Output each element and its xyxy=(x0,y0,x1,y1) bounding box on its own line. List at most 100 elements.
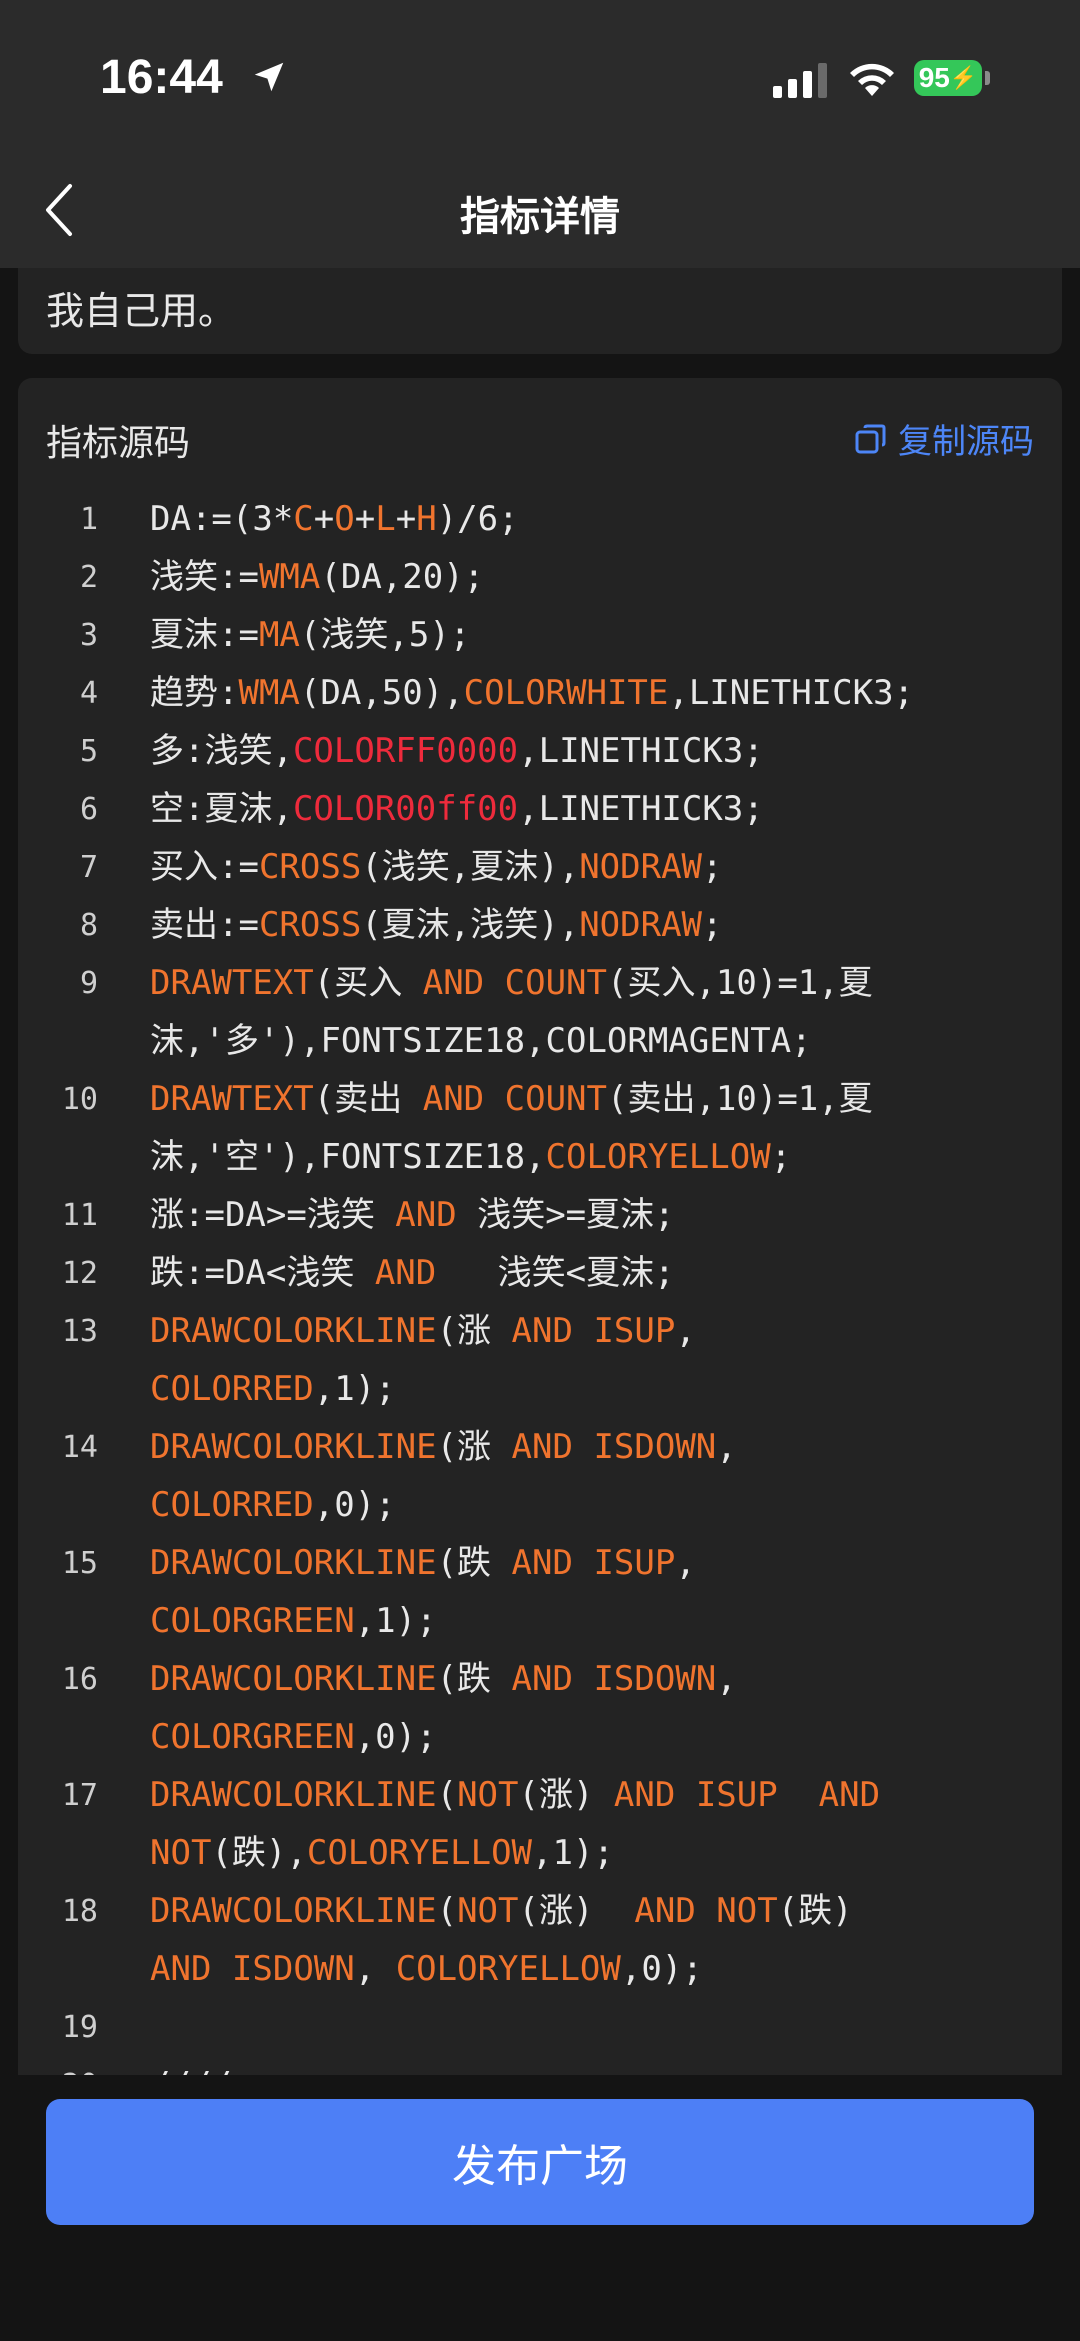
code-keyword: COLORGREEN xyxy=(150,1717,355,1757)
code-keyword: COLORYELLOW xyxy=(306,1833,533,1873)
code-token: (跌 xyxy=(436,1543,512,1583)
code-keyword: ISDOWN xyxy=(593,1659,717,1699)
code-text: 空:夏沫,COLOR00ff00,LINETHICK3; xyxy=(150,780,1030,838)
code-token: ,1); xyxy=(354,1601,437,1641)
code-keyword: H xyxy=(416,499,437,539)
code-text: 涨:=DA>=浅笑 AND 浅笑>=夏沫; xyxy=(150,1186,1030,1244)
code-line: 15 DRAWCOLORKLINE(跌 AND ISUP, COLORGREEN,… xyxy=(18,1542,1062,1658)
code-keyword: AND xyxy=(634,1891,696,1931)
code-keyword: AND xyxy=(374,1253,437,1293)
code-text: DRAWCOLORKLINE(NOT(涨) AND NOT(跌) AND ISD… xyxy=(150,1882,1030,1998)
code-keyword: DRAWCOLORKLINE xyxy=(150,1543,437,1583)
code-keyword: COLORFF0000 xyxy=(292,731,519,771)
code-line: 17 DRAWCOLORKLINE(NOT(涨) AND ISUP AND NOT… xyxy=(18,1774,1062,1890)
code-token: , xyxy=(354,1949,396,1989)
code-token: , xyxy=(675,1543,696,1583)
code-token: 趋势: xyxy=(150,673,239,713)
line-number: 6 xyxy=(79,792,98,827)
code-token: 跌:=DA<浅笑 xyxy=(150,1253,375,1293)
code-line: 16 DRAWCOLORKLINE(跌 AND ISDOWN, COLORGREE… xyxy=(18,1658,1062,1774)
code-area: 1 DA:=(3*C+O+L+H)/6; 2 浅笑:=WMA(DA,20); 3 夏沫:=… xyxy=(18,498,1062,2078)
code-line: 14 DRAWCOLORKLINE(涨 AND ISDOWN, COLORRED,… xyxy=(18,1426,1062,1542)
code-token: ,LINETHICK3; xyxy=(668,673,915,713)
code-token: (跌), xyxy=(211,1833,307,1873)
code-keyword: MA xyxy=(258,615,300,655)
code-keyword: NODRAW xyxy=(579,905,703,945)
code-token: , xyxy=(716,1659,737,1699)
code-text: DRAWTEXT(卖出 AND COUNT(卖出,10)=1,夏 沫,'空'),… xyxy=(150,1070,1030,1186)
code-keyword: DRAWCOLORKLINE xyxy=(150,1311,437,1351)
code-keyword: COUNT xyxy=(504,963,607,1003)
battery-indicator: 95 ⚡ xyxy=(914,60,982,96)
code-keyword: L xyxy=(375,499,396,539)
code-keyword: NOT xyxy=(150,1833,212,1873)
copy-icon xyxy=(855,424,886,453)
code-keyword: COLORYELLOW xyxy=(545,1137,771,1177)
line-number: 2 xyxy=(79,560,98,595)
code-keyword: WMA xyxy=(258,557,321,597)
code-keyword: CROSS xyxy=(258,905,362,945)
code-token: + xyxy=(313,499,335,539)
copy-source-button[interactable]: 复制源码 xyxy=(854,414,1034,463)
code-keyword: AND xyxy=(422,963,485,1003)
code-keyword: COUNT xyxy=(504,1079,607,1119)
code-keyword: AND xyxy=(511,1427,573,1467)
charging-bolt-icon: ⚡ xyxy=(949,65,978,90)
code-line: 9 DRAWTEXT(买入 AND COUNT(买入,10)=1,夏 沫,'多')… xyxy=(18,962,1062,1078)
code-token: ( xyxy=(436,1775,458,1815)
code-text: 夏沫:=MA(浅笑,5); xyxy=(150,606,1030,664)
code-text: DRAWCOLORKLINE(NOT(涨) AND ISUP AND NOT(跌… xyxy=(150,1766,1030,1882)
code-token: (夏沫,浅笑), xyxy=(361,905,580,945)
code-keyword: CROSS xyxy=(258,847,362,887)
line-number: 17 xyxy=(61,1778,98,1813)
code-line: 10 DRAWTEXT(卖出 AND COUNT(卖出,10)=1,夏 沫,'空'… xyxy=(18,1078,1062,1194)
code-keyword: DRAWCOLORKLINE xyxy=(150,1427,437,1467)
code-token: , xyxy=(675,1311,696,1351)
line-number: 7 xyxy=(79,850,98,885)
code-token: (跌) xyxy=(777,1891,853,1931)
code-text: 趋势:WMA(DA,50),COLORWHITE,LINETHICK3; xyxy=(150,664,1030,722)
code-keyword: ISUP xyxy=(695,1775,778,1815)
code-token: 夏沫:= xyxy=(150,615,259,655)
code-token: ; xyxy=(702,905,723,945)
line-number: 11 xyxy=(61,1198,98,1233)
code-keyword: AND xyxy=(613,1775,676,1815)
code-keyword: COLORWHITE xyxy=(463,673,669,713)
code-token: (涨 xyxy=(436,1427,512,1467)
code-keyword: NOT xyxy=(457,1775,519,1815)
code-keyword: ISDOWN xyxy=(231,1949,355,1989)
line-number: 13 xyxy=(61,1314,98,1349)
code-token: + xyxy=(395,499,417,539)
code-keyword: DRAWCOLORKLINE xyxy=(150,1659,437,1699)
code-text: 卖出:=CROSS(夏沫,浅笑),NODRAW; xyxy=(150,896,1030,954)
code-line: 18 DRAWCOLORKLINE(NOT(涨) AND NOT(跌) AND I… xyxy=(18,1890,1062,2006)
code-keyword: ISUP xyxy=(593,1311,676,1351)
code-token: + xyxy=(354,499,376,539)
code-keyword: DRAWCOLORKLINE xyxy=(150,1891,437,1931)
code-text: 跌:=DA<浅笑 AND 浅笑<夏沫; xyxy=(150,1244,1030,1302)
battery-level: 95 xyxy=(918,62,950,93)
line-number: 18 xyxy=(61,1894,98,1929)
status-bar: 16:44 95 ⚡ xyxy=(0,0,1080,150)
code-token: ,1); xyxy=(313,1369,396,1409)
source-code-card: 指标源码 复制源码 1 DA:=(3*C+O+L+H)/6; 2 浅笑:=WMA(DA… xyxy=(18,378,1062,2078)
code-keyword: AND xyxy=(511,1659,573,1699)
code-token: , xyxy=(716,1427,737,1467)
line-number: 4 xyxy=(79,676,98,711)
code-token: (买入 xyxy=(313,963,423,1003)
code-token: (DA,50), xyxy=(299,673,464,713)
code-token: (浅笑,5); xyxy=(299,615,471,655)
code-token: 空:夏沫, xyxy=(150,789,293,829)
code-keyword: C xyxy=(293,499,314,539)
code-text: 浅笑:=WMA(DA,20); xyxy=(150,548,1030,606)
code-keyword: AND xyxy=(422,1079,485,1119)
code-text: 多:浅笑,COLORFF0000,LINETHICK3; xyxy=(150,722,1030,780)
publish-button[interactable]: 发布广场 xyxy=(46,2099,1034,2225)
code-keyword: NOT xyxy=(457,1891,519,1931)
code-keyword: COLORRED xyxy=(150,1485,314,1525)
code-text: DRAWTEXT(买入 AND COUNT(买入,10)=1,夏 沫,'多'),… xyxy=(150,954,1030,1070)
